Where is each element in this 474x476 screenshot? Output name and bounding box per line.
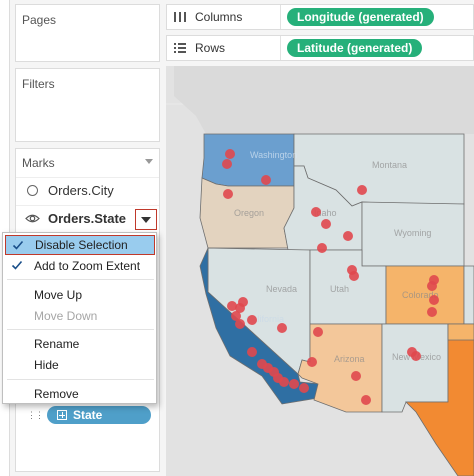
state-oklahoma[interactable]	[447, 323, 474, 341]
menu-separator	[7, 279, 154, 280]
rows-label: Rows	[195, 41, 226, 55]
city-mark[interactable]	[247, 347, 257, 357]
city-mark[interactable]	[299, 383, 309, 393]
menu-item-move-up[interactable]: Move Up	[3, 285, 156, 305]
menu-item-label: Rename	[34, 337, 80, 351]
city-mark[interactable]	[321, 219, 331, 229]
plus-box-icon[interactable]	[57, 410, 67, 420]
rows-shelf[interactable]: Rows Latitude (generated)	[166, 35, 474, 61]
menu-item-label: Hide	[34, 358, 59, 372]
marks-detail-row: ⋮⋮ State	[17, 404, 157, 426]
marks-layer-orders-city[interactable]: Orders.City	[16, 177, 159, 203]
city-mark[interactable]	[317, 243, 327, 253]
city-mark[interactable]	[277, 323, 287, 333]
menu-separator	[7, 329, 154, 330]
chevron-down-icon	[141, 216, 151, 223]
city-mark[interactable]	[307, 357, 317, 367]
layer-context-menu: Disable Selection Add to Zoom Extent Mov…	[2, 232, 157, 404]
city-mark[interactable]	[351, 371, 361, 381]
columns-shelf-label-area: Columns	[167, 5, 281, 29]
city-mark[interactable]	[223, 189, 233, 199]
city-mark[interactable]	[429, 295, 439, 305]
city-mark[interactable]	[411, 351, 421, 361]
menu-item-add-to-zoom-extent[interactable]: Add to Zoom Extent	[3, 256, 156, 276]
menu-item-label: Disable Selection	[35, 238, 128, 252]
city-mark[interactable]	[235, 319, 245, 329]
city-mark[interactable]	[343, 231, 353, 241]
city-mark[interactable]	[247, 315, 257, 325]
city-mark[interactable]	[427, 281, 437, 291]
city-mark[interactable]	[222, 159, 232, 169]
menu-separator	[7, 379, 154, 380]
city-mark[interactable]	[227, 301, 237, 311]
city-mark[interactable]	[361, 395, 371, 405]
menu-item-remove[interactable]: Remove	[3, 384, 156, 404]
marks-layer-orders-state[interactable]: Orders.State	[16, 205, 159, 231]
state-detail-pill[interactable]: State	[47, 406, 151, 424]
radio-icon[interactable]	[27, 185, 38, 196]
state-washington[interactable]	[201, 133, 295, 187]
menu-item-label: Add to Zoom Extent	[34, 259, 141, 273]
filters-title: Filters	[22, 77, 55, 91]
checkmark-icon	[11, 260, 23, 270]
marks-dropdown-icon[interactable]	[145, 159, 153, 164]
filters-panel[interactable]: Filters	[15, 68, 160, 142]
map-label-utah: Utah	[330, 284, 349, 294]
columns-shelf[interactable]: Columns Longitude (generated)	[166, 4, 474, 30]
rows-icon	[174, 43, 186, 53]
city-mark[interactable]	[279, 377, 289, 387]
pages-panel[interactable]: Pages	[15, 4, 160, 62]
eye-icon[interactable]	[25, 213, 40, 224]
map-label-montana: Montana	[372, 160, 407, 170]
city-mark[interactable]	[225, 149, 235, 159]
marks-title: Marks	[22, 156, 55, 170]
city-mark[interactable]	[289, 379, 299, 389]
menu-item-disable-selection[interactable]: Disable Selection	[5, 235, 155, 255]
pages-title: Pages	[22, 13, 57, 27]
city-mark[interactable]	[313, 327, 323, 337]
columns-icon	[174, 12, 186, 22]
layer-label: Orders.City	[48, 183, 114, 198]
state-kansas[interactable]	[463, 265, 474, 325]
map-canvas[interactable]: Washington Montana Oregon Idaho Wyoming …	[166, 66, 474, 476]
menu-item-rename[interactable]: Rename	[3, 334, 156, 354]
menu-item-hide[interactable]: Hide	[3, 355, 156, 375]
checkmark-icon	[12, 240, 24, 250]
latitude-pill[interactable]: Latitude (generated)	[287, 39, 423, 57]
menu-item-move-down: Move Down	[3, 306, 156, 326]
map-label-washington: Washington	[250, 150, 297, 160]
city-mark[interactable]	[261, 175, 271, 185]
map-view[interactable]: Washington Montana Oregon Idaho Wyoming …	[166, 66, 474, 476]
state-pill-label: State	[73, 408, 103, 422]
map-label-nevada: Nevada	[266, 284, 297, 294]
menu-item-label: Remove	[34, 387, 79, 401]
menu-item-label: Move Down	[34, 309, 98, 323]
map-label-oregon: Oregon	[234, 208, 264, 218]
layer-dropdown-button[interactable]	[135, 209, 157, 230]
menu-item-label: Move Up	[34, 288, 83, 302]
state-new-mexico[interactable]	[381, 323, 449, 413]
city-mark[interactable]	[427, 307, 437, 317]
columns-label: Columns	[195, 10, 243, 24]
canada-land	[174, 66, 474, 134]
city-mark[interactable]	[357, 185, 367, 195]
city-mark[interactable]	[349, 271, 359, 281]
map-label-wyoming: Wyoming	[394, 228, 431, 238]
rows-shelf-label-area: Rows	[167, 36, 281, 60]
detail-icon: ⋮⋮	[27, 409, 44, 420]
map-label-arizona: Arizona	[334, 354, 365, 364]
longitude-pill[interactable]: Longitude (generated)	[287, 8, 434, 26]
layer-label: Orders.State	[48, 211, 127, 226]
city-mark[interactable]	[311, 207, 321, 217]
